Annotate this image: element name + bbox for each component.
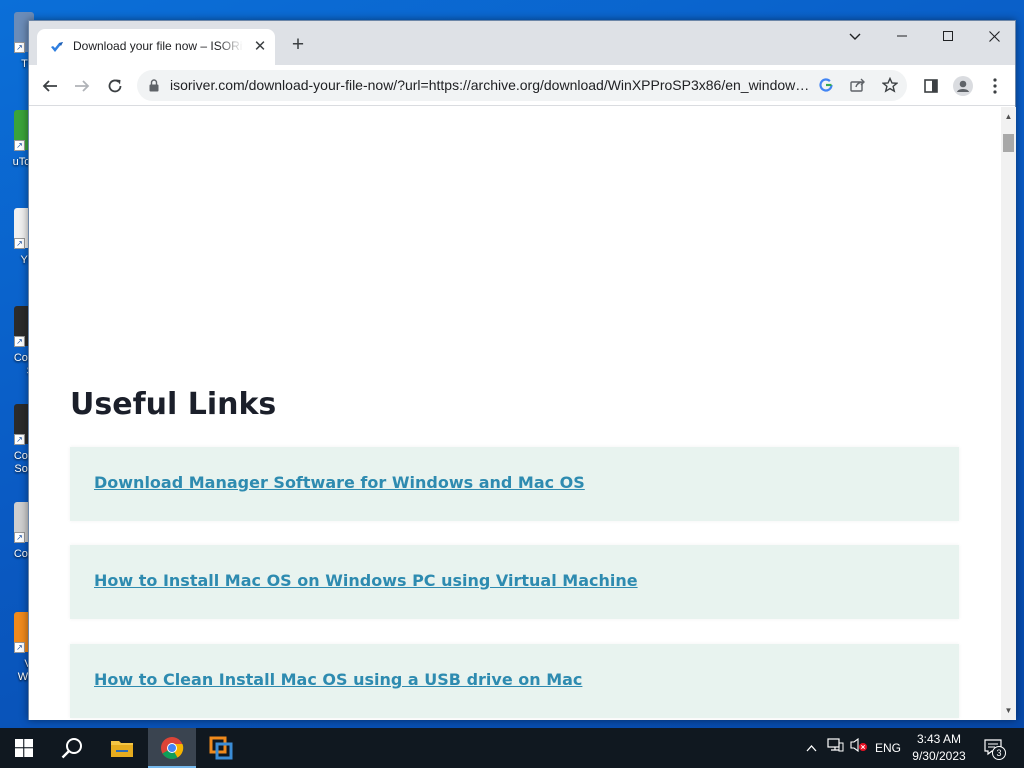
browser-window: Download your file now – ISORiver ✕ + is…: [28, 20, 1016, 720]
shortcut-arrow-icon: ↗: [14, 140, 25, 151]
link-clean-install-macos-usb[interactable]: How to Clean Install Mac OS using a USB …: [94, 670, 582, 689]
action-center-button[interactable]: 3: [980, 728, 1008, 768]
lock-icon[interactable]: [149, 79, 159, 92]
taskbar-vmware[interactable]: [197, 728, 245, 768]
kebab-menu-icon: [993, 78, 997, 94]
arrow-left-icon: [42, 80, 57, 92]
profile-avatar-icon: [953, 76, 973, 96]
browser-toolbar: isoriver.com/download-your-file-now/?url…: [29, 65, 1015, 106]
start-button[interactable]: [0, 728, 48, 768]
search-button[interactable]: [48, 728, 96, 768]
maximize-button[interactable]: [925, 21, 971, 51]
scroll-up-arrow-icon[interactable]: ▲: [1001, 109, 1016, 124]
shortcut-arrow-icon: ↗: [14, 238, 25, 249]
notification-count-badge: 3: [992, 746, 1006, 760]
close-window-button[interactable]: [971, 21, 1017, 51]
new-tab-button[interactable]: +: [287, 34, 309, 56]
back-button[interactable]: [37, 73, 63, 99]
chevron-down-icon: [849, 33, 861, 40]
side-panel-icon: [924, 79, 938, 93]
link-card: How to Clean Install Mac OS using a USB …: [70, 644, 959, 718]
vmware-icon: [209, 736, 233, 760]
minimize-icon: [897, 35, 907, 37]
taskbar: ENG 3:43 AM 9/30/2023 3: [0, 728, 1024, 768]
tab-strip: Download your file now – ISORiver ✕ +: [29, 21, 1015, 65]
useful-links-heading: Useful Links: [70, 387, 277, 422]
link-card: Download Manager Software for Windows an…: [70, 447, 959, 521]
taskbar-chrome[interactable]: [148, 728, 196, 768]
menu-button[interactable]: [982, 73, 1008, 99]
scroll-down-arrow-icon[interactable]: ▼: [1001, 703, 1016, 718]
tab-active[interactable]: Download your file now – ISORiver ✕: [37, 29, 275, 65]
address-bar[interactable]: isoriver.com/download-your-file-now/?url…: [137, 70, 907, 101]
arrow-right-icon: [75, 80, 90, 92]
forward-button[interactable]: [69, 73, 95, 99]
taskbar-file-explorer[interactable]: [98, 728, 146, 768]
vertical-scrollbar[interactable]: ▲ ▼: [1001, 107, 1016, 720]
google-translate-icon[interactable]: [815, 74, 837, 96]
shortcut-arrow-icon: ↗: [14, 434, 25, 445]
clock-date: 9/30/2023: [912, 749, 966, 763]
maximize-icon: [943, 31, 953, 41]
shortcut-arrow-icon: ↗: [14, 642, 25, 653]
input-language-indicator[interactable]: ENG: [872, 728, 904, 768]
close-tab-icon[interactable]: ✕: [251, 38, 269, 56]
volume-muted-icon[interactable]: [848, 728, 870, 768]
clock-time: 3:43 AM: [916, 732, 962, 746]
show-hidden-icons-button[interactable]: [800, 728, 822, 768]
reload-button[interactable]: [102, 73, 128, 99]
tab-title: Download your file now – ISORiver: [73, 39, 243, 53]
bookmark-star-icon[interactable]: [879, 74, 901, 96]
reload-icon: [108, 79, 122, 93]
shortcut-arrow-icon: ↗: [14, 532, 25, 543]
tab-search-button[interactable]: [832, 21, 878, 51]
chevron-up-icon: [806, 745, 816, 752]
link-download-manager[interactable]: Download Manager Software for Windows an…: [94, 473, 585, 492]
share-icon[interactable]: [847, 74, 869, 96]
folder-icon: [111, 741, 133, 757]
profile-button[interactable]: [950, 73, 976, 99]
url-text[interactable]: isoriver.com/download-your-file-now/?url…: [170, 77, 810, 93]
side-panel-button[interactable]: [918, 73, 944, 99]
isoriver-favicon-icon: [51, 42, 63, 52]
close-icon: [988, 31, 1000, 42]
link-card: How to Install Mac OS on Windows PC usin…: [70, 545, 959, 619]
windows-logo-icon: [15, 739, 33, 757]
network-icon[interactable]: [824, 728, 846, 768]
link-install-macos-vm[interactable]: How to Install Mac OS on Windows PC usin…: [94, 571, 638, 590]
search-icon: [61, 738, 82, 759]
clock[interactable]: 3:43 AM 9/30/2023: [906, 731, 972, 765]
minimize-button[interactable]: [879, 21, 925, 51]
shortcut-arrow-icon: ↗: [14, 42, 25, 53]
chrome-icon: [161, 737, 184, 759]
scrollbar-thumb[interactable]: [1003, 134, 1014, 152]
page-viewport: Useful Links Download Manager Software f…: [29, 107, 1001, 720]
shortcut-arrow-icon: ↗: [14, 336, 25, 347]
